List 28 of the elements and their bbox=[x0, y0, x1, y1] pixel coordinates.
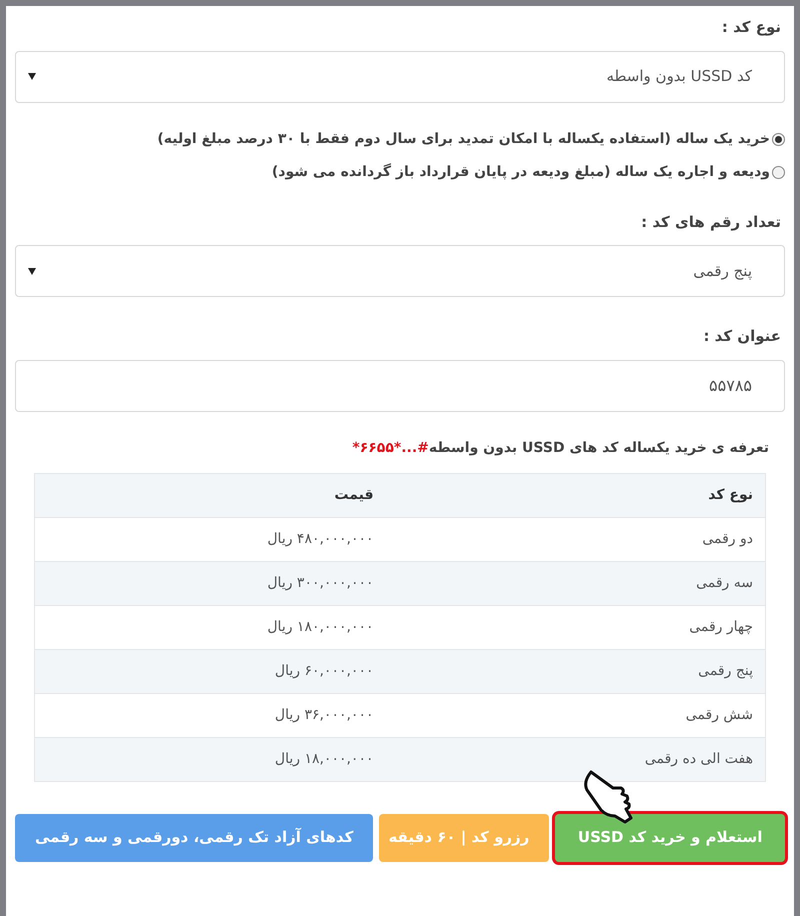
field-label: تعداد رقم های کد : bbox=[640, 212, 782, 233]
table-cell: چهار رقمی bbox=[386, 605, 766, 649]
column-header: قیمت bbox=[34, 473, 386, 517]
radio-option[interactable]: خرید یک ساله (استفاده یکساله با امکان تمدید برای سال دوم فقط با ۳۰ درصد مبلغ اولیه) bbox=[15, 128, 785, 150]
table-cell: هفت الی ده رقمی bbox=[386, 737, 766, 781]
table-cell: ۱۸,۰۰۰,۰۰۰ ریال bbox=[34, 737, 386, 781]
select-field[interactable]: کد USSD بدون واسطه bbox=[15, 50, 785, 102]
dropdown-caret-icon bbox=[28, 268, 36, 274]
table-cell: پنج رقمی bbox=[386, 649, 766, 693]
column-header: نوع کد bbox=[386, 473, 766, 517]
table-cell: ۱۸۰,۰۰۰,۰۰۰ ریال bbox=[34, 605, 386, 649]
table-cell: دو رقمی bbox=[386, 517, 766, 561]
radio-option[interactable]: ودیعه و اجاره یک ساله (مبلغ ودیعه در پایان قرارداد باز گردانده می شود) bbox=[15, 162, 785, 182]
table-cell: ۴۸۰,۰۰۰,۰۰۰ ریال bbox=[34, 517, 386, 561]
radio-button[interactable] bbox=[772, 166, 785, 178]
table-cell: ۶۰,۰۰۰,۰۰۰ ریال bbox=[34, 649, 386, 693]
table-cell: ۳۶,۰۰۰,۰۰۰ ریال bbox=[34, 693, 386, 737]
ussd-code: *۶۶۵۵*...# bbox=[352, 438, 429, 458]
dropdown-caret-icon bbox=[28, 73, 36, 80]
radio-button[interactable] bbox=[772, 132, 785, 146]
field-label: عنوان کد : bbox=[702, 326, 782, 347]
table-cell: شش رقمی bbox=[386, 693, 766, 737]
field-label: نوع کد : bbox=[720, 17, 782, 38]
table-cell: سه رقمی bbox=[386, 561, 766, 605]
table-cell: ۳۰۰,۰۰۰,۰۰۰ ریال bbox=[34, 561, 386, 605]
input-field[interactable]: ۵۵۷۸۵ bbox=[15, 360, 785, 412]
tariff-heading: تعرفه ی خرید یکساله کد های USSD بدون واسطه bbox=[428, 438, 769, 458]
select-field[interactable]: پنج رقمی bbox=[15, 245, 785, 297]
